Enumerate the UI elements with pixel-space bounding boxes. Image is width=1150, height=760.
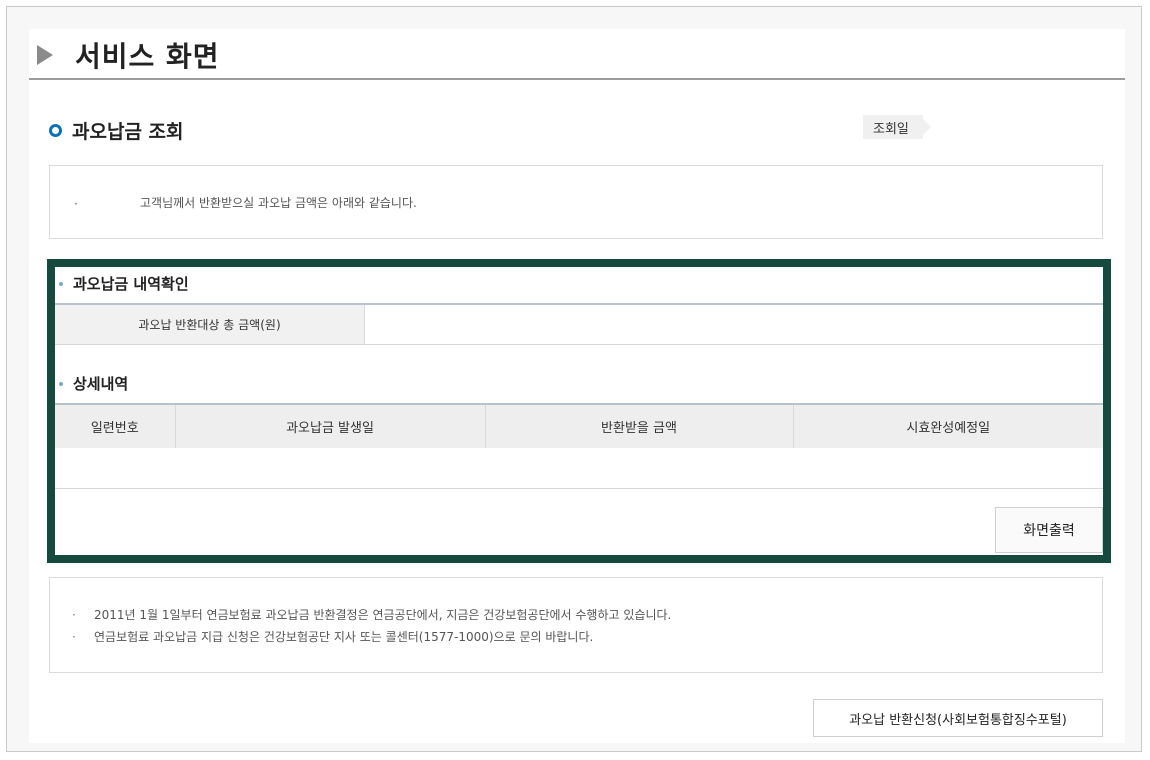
title-divider xyxy=(29,78,1125,80)
column-header-overpayment-date: 과오납금 발생일 xyxy=(174,403,485,448)
total-amount-label: 과오납 반환대상 총 금액(원) xyxy=(55,305,365,344)
table-row xyxy=(55,448,1103,489)
section-title: 과오납금 조회 xyxy=(72,121,184,143)
content-panel: 서비스 화면 과오납금 조회 조회일 · 고객님께서 반환받으실 과오납 금액은… xyxy=(29,29,1125,743)
result-highlight-box: 과오납금 내역확인 과오납 반환대상 총 금액(원) 상세내역 일련번호 과오납… xyxy=(47,259,1111,563)
bullet-dot-icon xyxy=(59,281,63,286)
list-item: · 연금보험료 과오납금 지급 신청은 건강보험공단 지사 또는 콜센터(1577… xyxy=(72,626,671,648)
info-text: 연금보험료 과오납금 지급 신청은 건강보험공단 지사 또는 콜센터(1577-… xyxy=(94,630,594,644)
summary-heading-text: 과오납금 내역확인 xyxy=(73,275,189,293)
inquiry-date-label: 조회일 xyxy=(863,115,931,139)
details-heading-text: 상세내역 xyxy=(73,375,129,393)
total-amount-value xyxy=(365,305,1103,344)
window-frame: 서비스 화면 과오납금 조회 조회일 · 고객님께서 반환받으실 과오납 금액은… xyxy=(6,6,1142,752)
notice-bullet: · xyxy=(74,197,78,211)
column-header-expiry-date: 시효완성예정일 xyxy=(792,403,1103,448)
info-text: 2011년 1월 1일부터 연금보험료 과오납금 반환결정은 연금공단에서, 지… xyxy=(94,608,672,622)
bullet-dot-icon xyxy=(59,381,63,386)
column-header-serial: 일련번호 xyxy=(55,403,175,448)
list-item: · 2011년 1월 1일부터 연금보험료 과오납금 반환결정은 연금공단에서, … xyxy=(72,604,671,626)
circle-bullet-icon xyxy=(49,124,62,137)
refund-apply-button[interactable]: 과오납 반환신청(사회보험통합징수포털) xyxy=(813,699,1103,737)
page-title: 서비스 화면 xyxy=(37,35,220,75)
total-amount-row: 과오납 반환대상 총 금액(원) xyxy=(55,303,1103,345)
info-box: · 2011년 1월 1일부터 연금보험료 과오납금 반환결정은 연금공단에서, … xyxy=(49,577,1103,673)
details-table: 일련번호 과오납금 발생일 반환받을 금액 시효완성예정일 xyxy=(55,403,1103,489)
page-title-text: 서비스 화면 xyxy=(75,40,220,73)
summary-heading: 과오납금 내역확인 xyxy=(59,273,189,294)
notice-box: · 고객님께서 반환받으실 과오납 금액은 아래와 같습니다. xyxy=(49,165,1103,239)
details-heading: 상세내역 xyxy=(59,373,128,394)
print-screen-button[interactable]: 화면출력 xyxy=(995,507,1103,553)
section-heading: 과오납금 조회 xyxy=(49,117,184,144)
column-header-refund-amount: 반환받을 금액 xyxy=(484,403,793,448)
triangle-right-icon xyxy=(37,45,53,65)
info-list: · 2011년 1월 1일부터 연금보험료 과오납금 반환결정은 연금공단에서, … xyxy=(72,604,671,648)
notice-message: 고객님께서 반환받으실 과오납 금액은 아래와 같습니다. xyxy=(140,196,417,210)
table-header-row: 일련번호 과오납금 발생일 반환받을 금액 시효완성예정일 xyxy=(55,403,1103,448)
